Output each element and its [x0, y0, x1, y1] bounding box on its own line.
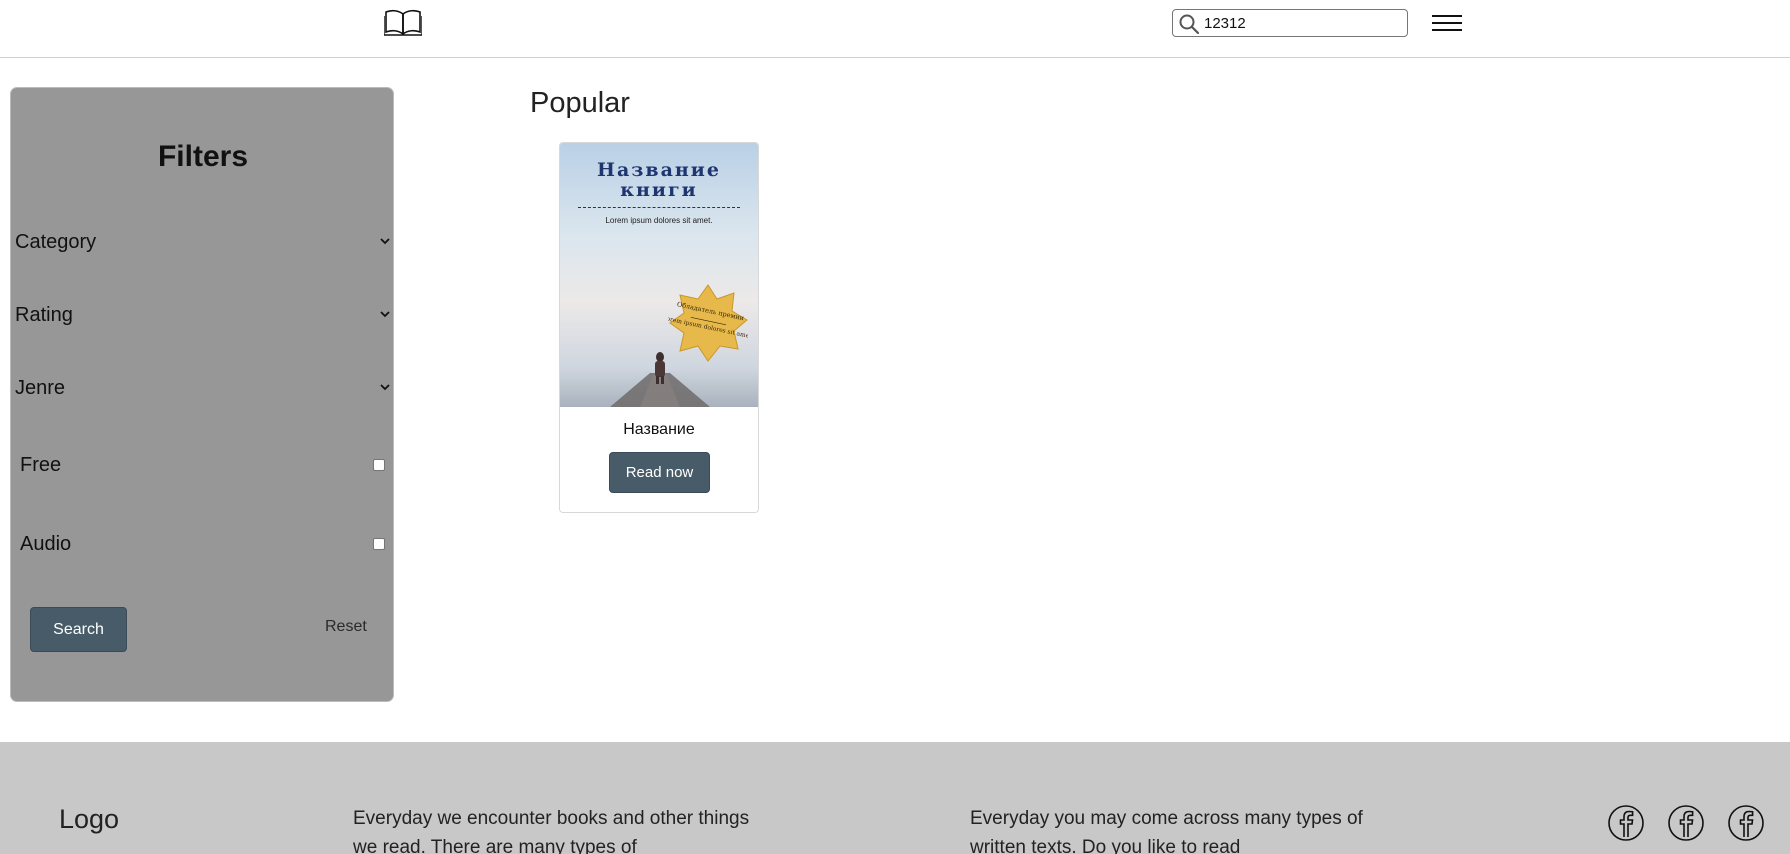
footer-text-one: Everyday we encounter books and other th… [353, 808, 750, 854]
audio-label: Audio [20, 533, 72, 555]
open-book-icon[interactable] [384, 8, 422, 36]
category-select[interactable]: Category [14, 227, 394, 257]
book-title[interactable]: Название [560, 421, 758, 439]
genre-select-label: Jenre [15, 377, 66, 399]
genre-select[interactable]: Jenre [14, 373, 394, 403]
read-now-button[interactable]: Read now [609, 452, 710, 493]
search-input[interactable] [1204, 13, 1402, 33]
footer-logo[interactable]: Logo [59, 804, 119, 835]
site-footer: Logo Everyday we encounter books and oth… [0, 742, 1790, 854]
book-cover-image[interactable]: Название книги Lorem ipsum dolores sit a… [560, 143, 758, 407]
category-select-label: Category [15, 231, 97, 253]
chevron-down-icon [380, 238, 390, 245]
audio-filter: Audio [20, 529, 392, 559]
filters-panel: Filters Category Rating Jenre Free Audio… [10, 87, 394, 702]
free-checkbox[interactable] [373, 459, 385, 471]
hamburger-menu-icon[interactable] [1430, 12, 1464, 34]
award-badge-icon: Обладатель премии Lorem ipsum dolores si… [668, 284, 748, 362]
cover-subtitle: Lorem ipsum dolores sit amet. [605, 216, 713, 225]
rating-select-label: Rating [15, 304, 73, 326]
audio-checkbox[interactable] [373, 538, 385, 550]
facebook-icon[interactable] [1727, 804, 1765, 842]
section-title: Popular [530, 87, 630, 119]
chevron-down-icon [380, 311, 390, 318]
cover-title: Название книги [597, 159, 721, 201]
free-label: Free [20, 454, 62, 476]
filters-title: Filters [157, 140, 249, 173]
book-card[interactable]: Название книги Lorem ipsum dolores sit a… [559, 142, 759, 513]
search-button[interactable]: Search [30, 607, 127, 652]
facebook-icon[interactable] [1667, 804, 1705, 842]
chevron-down-icon [380, 384, 390, 391]
reset-button[interactable]: Reset [325, 618, 367, 636]
free-filter: Free [20, 450, 392, 480]
search-icon [1179, 14, 1200, 35]
cover-divider [578, 207, 740, 208]
footer-text-two: Everyday you may come across many types … [970, 808, 1363, 854]
top-header [0, 0, 1790, 58]
facebook-icon[interactable] [1607, 804, 1645, 842]
rating-select[interactable]: Rating [14, 300, 394, 330]
search-field[interactable] [1172, 9, 1408, 37]
